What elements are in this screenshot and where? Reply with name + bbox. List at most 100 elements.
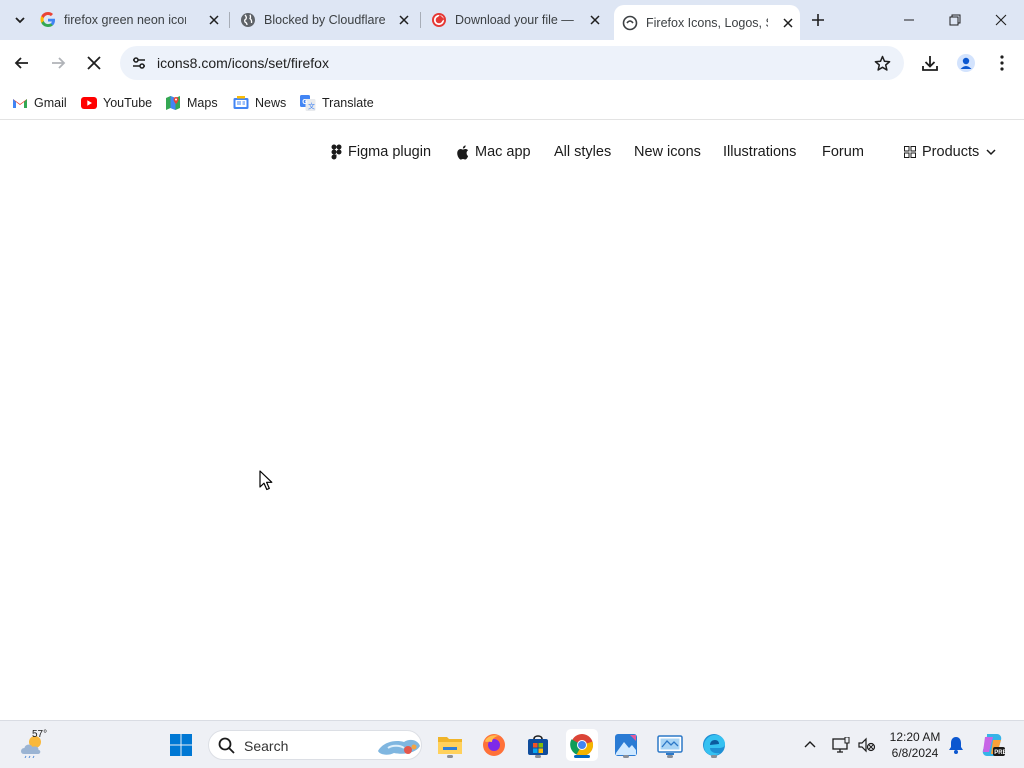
tab-close-button[interactable] [396,12,412,28]
close-icon [995,14,1007,26]
arrow-right-icon [52,57,66,69]
show-hidden-icons-button[interactable] [794,729,826,761]
tab-firefox-icons-active[interactable]: Firefox Icons, Logos, Sy [614,5,800,40]
bell-icon [949,737,963,754]
bookmark-news[interactable]: News [233,92,286,114]
nav-label: Illustrations [723,144,797,160]
profile-button[interactable] [951,48,981,78]
new-tab-button[interactable] [806,8,830,32]
download-icon [922,56,938,71]
tray-network-volume-button[interactable] [852,729,882,761]
nav-label: All styles [554,144,612,160]
kebab-menu-icon [1000,55,1004,71]
nav-illustrations[interactable]: Illustrations [723,142,796,162]
arrow-left-icon [14,57,28,69]
nav-forum[interactable]: Forum [822,142,864,162]
tab-close-button[interactable] [780,15,796,31]
folder-icon [438,737,462,754]
back-button[interactable] [7,48,37,78]
notifications-button[interactable] [942,729,970,761]
nav-products[interactable]: Products [904,142,996,162]
browser-toolbar: icons8.com/icons/set/firefox [0,40,1024,86]
chrome-icon [570,734,594,756]
tab-title: Firefox Icons, Logos, Sy [646,15,768,30]
plus-icon [812,14,824,26]
chevron-down-icon [986,149,996,156]
downloads-button[interactable] [915,48,945,78]
monitor-icon [832,737,850,753]
taskbar-control-panel[interactable] [654,729,686,761]
address-bar[interactable]: icons8.com/icons/set/firefox [120,46,904,80]
web-page: Figma plugin Mac app All styles New icon… [0,121,1024,719]
nav-label: Mac app [475,144,531,160]
restore-button[interactable] [932,0,978,40]
avatar-icon [957,54,975,72]
site-info-button[interactable] [128,52,150,74]
svg-text:PRE: PRE [994,750,1005,756]
tab-blocked-cloudflare[interactable]: Blocked by Cloudflare [240,6,416,34]
close-icon [209,15,219,25]
tab-download-file[interactable]: Download your file — [431,6,607,34]
bookmark-label: News [255,96,287,110]
search-label: Search [244,738,289,754]
taskbar-firefox[interactable] [478,729,510,761]
start-button[interactable] [165,729,197,761]
forward-button[interactable] [43,48,73,78]
windows-taskbar: 57° Search 12:20 AM 6/8/2024 PRE [0,720,1024,768]
clock-date: 6/8/2024 [891,746,939,760]
bookmark-gmail[interactable]: Gmail [12,92,67,114]
nav-figma-plugin[interactable]: Figma plugin [331,142,431,162]
search-highlight-icon [378,739,420,755]
nav-label: Products [922,144,980,160]
bookmark-maps[interactable]: Maps [165,92,218,114]
taskbar-search[interactable]: Search [208,730,422,760]
stop-loading-button[interactable] [79,48,109,78]
youtube-icon [81,97,97,109]
minimize-icon [904,19,914,21]
svg-text:文: 文 [308,102,315,111]
menu-button[interactable] [987,48,1017,78]
nav-label: Figma plugin [348,144,432,160]
tab-title: Blocked by Cloudflare [264,13,386,27]
mouse-cursor-icon [259,470,273,491]
google-g-icon [40,12,55,27]
tab-firefox-green-neon[interactable]: firefox green neon icon [40,6,226,34]
tab-close-button[interactable] [206,12,222,28]
tune-icon [133,57,145,69]
bookmarks-bar: Gmail YouTube Maps News G 文 Translate [0,86,1024,120]
tab-search-button[interactable] [6,6,34,34]
taskbar-file-explorer[interactable] [434,729,466,761]
bookmark-translate[interactable]: G 文 Translate [300,92,374,114]
taskbar-edge[interactable] [698,729,730,761]
bookmark-youtube[interactable]: YouTube [81,92,152,114]
edge-icon [703,734,725,756]
taskbar-store[interactable] [522,729,554,761]
gmail-icon [13,99,27,108]
weather-temp: 57° [32,729,48,740]
taskbar-clock[interactable]: 12:20 AM 6/8/2024 [884,729,946,761]
red-swirl-icon [432,13,446,27]
running-indicator [667,755,673,758]
translate-icon: G 文 [300,95,316,111]
firefox-icon [483,734,505,756]
copilot-button[interactable]: PRE [976,729,1008,761]
bookmark-label: Maps [187,96,218,110]
nav-label: Forum [822,144,864,160]
globe-icon [241,13,255,27]
nav-mac-app[interactable]: Mac app [456,142,531,162]
address-url[interactable]: icons8.com/icons/set/firefox [157,55,329,71]
tab-title: firefox green neon icon [64,13,186,27]
close-window-button[interactable] [978,0,1024,40]
bookmark-star-button[interactable] [872,53,892,73]
chevron-up-icon [804,741,816,748]
minimize-button[interactable] [886,0,932,40]
taskbar-photos[interactable] [610,729,642,761]
nav-label: New icons [634,144,701,160]
tab-close-button[interactable] [587,12,603,28]
control-panel-icon [657,735,683,755]
bookmark-label: Gmail [34,96,67,110]
tab-strip: firefox green neon icon Blocked by Cloud… [0,0,1024,40]
nav-new-icons[interactable]: New icons [634,142,701,162]
nav-all-styles[interactable]: All styles [554,142,611,162]
taskbar-chrome[interactable] [566,729,598,761]
